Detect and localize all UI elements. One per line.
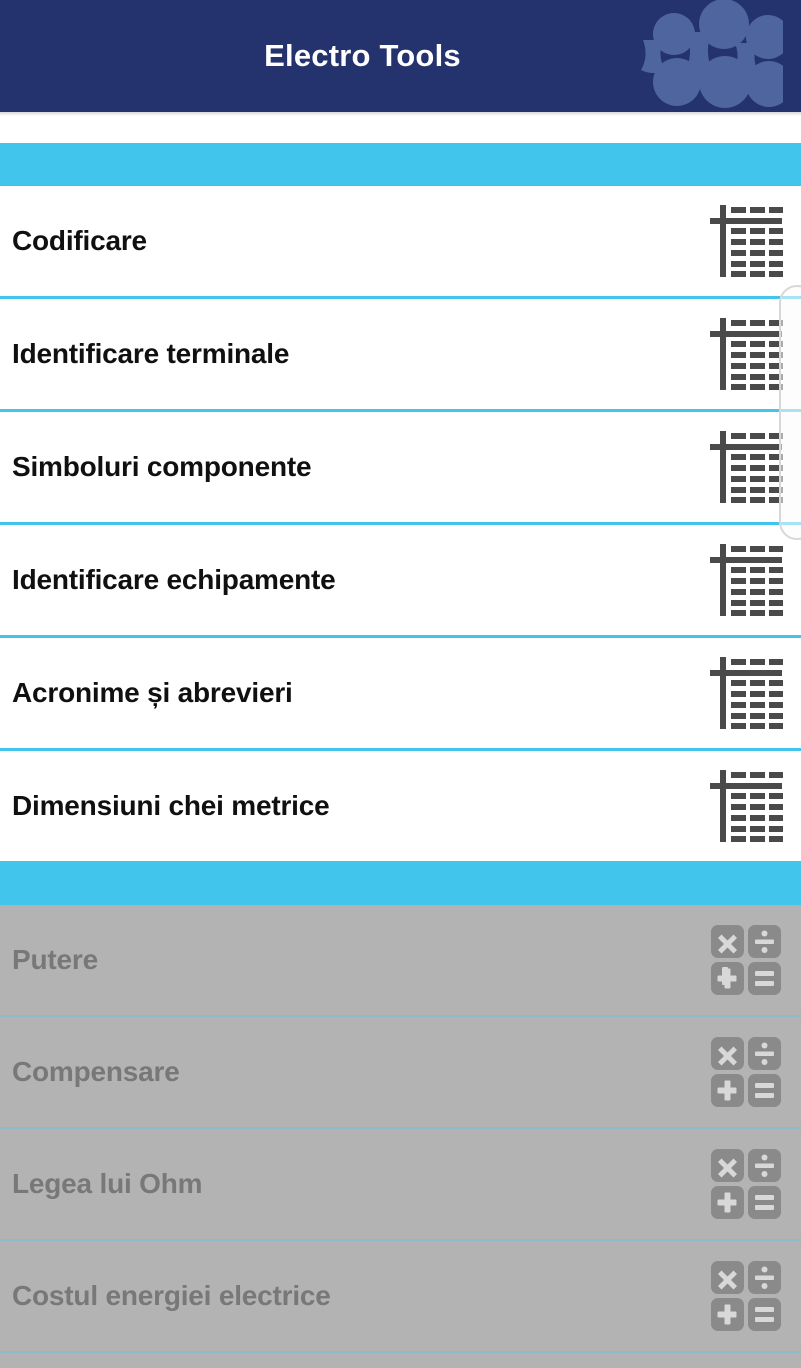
list-item-legea-lui-ohm[interactable]: Legea lui Ohm	[0, 1129, 801, 1239]
list-item-acronime-si-abrevieri[interactable]: Acronime și abrevieri	[0, 638, 801, 748]
list-item-label: Compensare	[12, 1056, 180, 1087]
list-item-partial[interactable]	[0, 1353, 801, 1368]
list-item-dimensiuni-chei-metrice[interactable]: Dimensiuni chei metrice	[0, 751, 801, 861]
table-list-icon	[703, 650, 789, 736]
table-list-icon	[703, 763, 789, 849]
app-logo-icon	[615, 0, 783, 112]
list-item-compensare[interactable]: Compensare	[0, 1017, 801, 1127]
list-item-putere[interactable]: Putere	[0, 905, 801, 1015]
list-item-simboluri-componente[interactable]: Simboluri componente	[0, 412, 801, 522]
list-item-label: Legea lui Ohm	[12, 1168, 203, 1199]
table-list-icon	[703, 198, 789, 284]
list-item-label: Identificare echipamente	[12, 564, 336, 595]
section-header-reference	[0, 143, 801, 186]
spacer-top	[0, 116, 801, 143]
list-item-label: Identificare terminale	[12, 338, 290, 369]
list-item-label: Codificare	[12, 225, 147, 256]
table-list-icon	[703, 311, 789, 397]
list-item-label: Dimensiuni chei metrice	[12, 790, 330, 821]
list-item-costul-energiei-electrice[interactable]: Costul energiei electrice	[0, 1241, 801, 1351]
app-root: Electro Tools Codificare Identificare te…	[0, 0, 801, 1368]
table-list-icon	[703, 424, 789, 510]
calculator-icon	[703, 1253, 789, 1339]
app-bar: Electro Tools	[0, 0, 801, 112]
calculator-icon	[703, 1029, 789, 1115]
calculator-icon	[703, 1141, 789, 1227]
table-list-icon	[703, 537, 789, 623]
list-item-codificare[interactable]: Codificare	[0, 186, 801, 296]
list-item-label: Putere	[12, 944, 98, 975]
list-item-label: Simboluri componente	[12, 451, 312, 482]
list-item-identificare-terminale[interactable]: Identificare terminale	[0, 299, 801, 409]
list-item-label: Costul energiei electrice	[12, 1280, 331, 1311]
app-title: Electro Tools	[264, 38, 461, 73]
calculator-icon	[703, 917, 789, 1003]
list-item-identificare-echipamente[interactable]: Identificare echipamente	[0, 525, 801, 635]
section-header-calculators	[0, 861, 801, 905]
list-item-label: Acronime și abrevieri	[12, 677, 293, 708]
